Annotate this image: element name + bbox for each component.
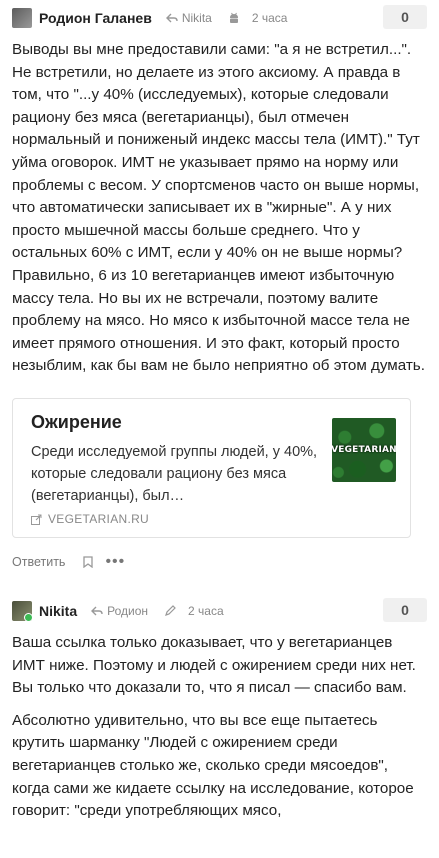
card-thumbnail: VEGETARIAN — [332, 418, 396, 482]
more-options-button[interactable]: ••• — [105, 554, 125, 570]
reply-to-name: Nikita — [181, 11, 212, 25]
reply-button[interactable]: Ответить — [12, 555, 65, 569]
external-link-icon — [31, 514, 42, 525]
android-icon — [228, 12, 240, 24]
bookmark-icon[interactable] — [83, 556, 94, 568]
reply-to-link[interactable]: Родион — [91, 604, 148, 618]
online-status-indicator — [24, 613, 32, 621]
card-description: Среди исследуемой группы людей, у 40%, к… — [31, 444, 318, 504]
comment-paragraph: Ваша ссылка только доказывает, что у вег… — [12, 634, 416, 697]
comment-actions: Ответить ••• — [12, 553, 125, 571]
pencil-icon — [164, 605, 176, 617]
card-domain: VEGETARIAN.RU — [31, 512, 149, 526]
comment-time[interactable]: 2 часа — [252, 11, 288, 25]
card-domain-text: VEGETARIAN.RU — [48, 512, 150, 526]
comment-body: Выводы вы мне предоставили сами: "а я не… — [12, 39, 427, 388]
avatar[interactable] — [12, 8, 32, 28]
reply-to-name: Родион — [107, 604, 149, 618]
thumbnail-label: VEGETARIAN — [332, 445, 396, 455]
comment-time[interactable]: 2 часа — [188, 604, 224, 618]
score-badge: 0 — [383, 598, 427, 622]
reply-arrow-icon — [165, 13, 178, 23]
avatar[interactable] — [12, 601, 32, 621]
link-preview-card[interactable]: Ожирение Среди исследуемой группы людей,… — [12, 398, 411, 538]
reply-to-link[interactable]: Nikita — [165, 11, 212, 25]
comment-body: Ваша ссылка только доказывает, что у вег… — [12, 632, 427, 833]
reply-arrow-icon — [91, 606, 103, 616]
author-name[interactable]: Родион Галанев — [39, 10, 152, 26]
score-badge: 0 — [383, 5, 427, 29]
comment-paragraph: Выводы вы мне предоставили сами: "а я не… — [12, 41, 425, 375]
card-title: Ожирение — [31, 412, 122, 432]
author-name[interactable]: Nikita — [39, 603, 77, 619]
comment-paragraph: Абсолютно удивительно, что вы все еще пы… — [12, 711, 414, 820]
comment-header: Родион Галанев Nikita 2 часа 0 — [12, 5, 427, 31]
comment-header: Nikita Родион 2 часа 0 — [12, 598, 427, 624]
